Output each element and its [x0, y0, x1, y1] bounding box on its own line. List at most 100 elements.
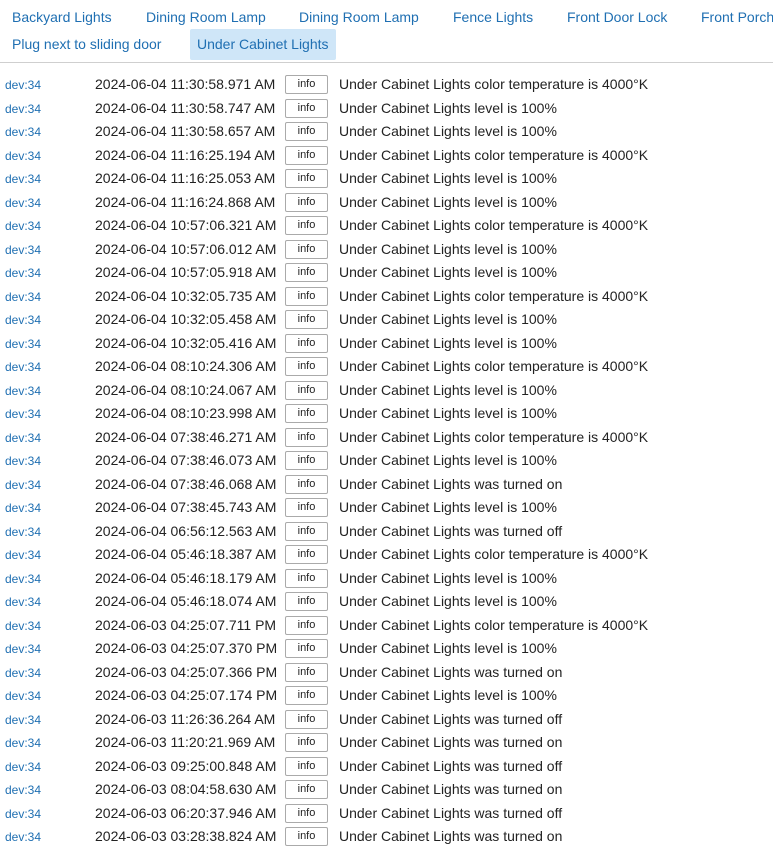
info-button[interactable]: info — [285, 498, 328, 517]
info-button[interactable]: info — [285, 310, 328, 329]
event-description: Under Cabinet Lights color temperature i… — [339, 616, 649, 633]
info-button[interactable]: info — [285, 404, 328, 423]
device-id-link[interactable]: dev:34 — [5, 783, 41, 797]
device-id-link[interactable]: dev:34 — [5, 595, 41, 609]
info-button[interactable]: info — [285, 662, 328, 682]
info-button[interactable]: info — [285, 239, 328, 259]
device-id-link[interactable]: dev:34 — [5, 196, 41, 210]
tab-front-porch[interactable]: Front Porch — [694, 2, 773, 33]
event-description: Under Cabinet Lights was turned on — [339, 663, 563, 680]
device-id-link[interactable]: dev:34 — [5, 501, 41, 515]
event-timestamp: 2024-06-03 04:25:07.366 PM — [95, 663, 278, 680]
device-id-link[interactable]: dev:34 — [5, 102, 41, 116]
info-button[interactable]: info — [285, 263, 328, 282]
device-id-link[interactable]: dev:34 — [5, 243, 41, 257]
device-id-link[interactable]: dev:34 — [5, 572, 41, 586]
info-button[interactable]: info — [285, 333, 328, 353]
event-description: Under Cabinet Lights was turned off — [339, 757, 563, 774]
device-id-link[interactable]: dev:34 — [5, 807, 41, 821]
device-id-link[interactable]: dev:34 — [5, 454, 41, 468]
info-button[interactable]: info — [285, 380, 328, 400]
info-button[interactable]: info — [285, 192, 328, 212]
event-row: dev:34 2024-06-04 10:32:05.416 AM info Unde… — [0, 332, 773, 356]
device-id-link[interactable]: dev:34 — [5, 384, 41, 398]
info-button[interactable]: info — [285, 639, 328, 658]
device-id-link[interactable]: dev:34 — [5, 830, 41, 844]
device-id-link[interactable]: dev:34 — [5, 290, 41, 304]
event-timestamp: 2024-06-03 09:25:00.848 AM — [95, 757, 277, 774]
tab-fence-lights[interactable]: Fence Lights — [446, 2, 540, 33]
event-description: Under Cabinet Lights was turned on — [339, 734, 563, 750]
event-row: dev:34 2024-06-04 11:30:58.657 AM info Unde… — [0, 120, 773, 144]
info-button[interactable]: info — [285, 216, 328, 235]
event-row: dev:34 2024-06-04 08:10:23.998 AM info Unde… — [0, 402, 773, 426]
device-id-link[interactable]: dev:34 — [5, 219, 41, 233]
info-button[interactable]: info — [285, 615, 328, 635]
event-timestamp: 2024-06-04 10:57:05.918 AM — [95, 264, 277, 280]
info-button[interactable]: info — [285, 427, 328, 447]
event-timestamp: 2024-06-04 06:56:12.563 AM — [95, 522, 277, 539]
device-id-link[interactable]: dev:34 — [5, 431, 41, 445]
device-id-link[interactable]: dev:34 — [5, 172, 41, 186]
event-row: dev:34 2024-06-04 05:46:18.074 AM info Unde… — [0, 590, 773, 614]
event-description: Under Cabinet Lights was turned off — [339, 522, 563, 539]
info-button[interactable]: info — [285, 686, 328, 705]
info-button[interactable]: info — [285, 756, 328, 776]
device-id-link[interactable]: dev:34 — [5, 360, 41, 374]
device-id-link[interactable]: dev:34 — [5, 642, 41, 656]
event-description: Under Cabinet Lights level is 100% — [339, 687, 557, 703]
device-id-link[interactable]: dev:34 — [5, 525, 41, 539]
event-row: dev:34 2024-06-04 08:10:24.306 AM info Unde… — [0, 355, 773, 379]
event-row: dev:34 2024-06-04 11:16:25.053 AM info Unde… — [0, 167, 773, 191]
tab-plug-next-to-sliding-door[interactable]: Plug next to sliding door — [5, 29, 168, 60]
info-button[interactable]: info — [285, 145, 328, 165]
event-row: dev:34 2024-06-03 11:26:36.264 AM info Unde… — [0, 708, 773, 732]
info-button[interactable]: info — [285, 122, 328, 141]
event-timestamp: 2024-06-04 07:38:46.073 AM — [95, 452, 277, 468]
info-button[interactable]: info — [285, 169, 328, 188]
device-id-link[interactable]: dev:34 — [5, 78, 41, 92]
event-description: Under Cabinet Lights was turned on — [339, 475, 563, 492]
device-id-link[interactable]: dev:34 — [5, 337, 41, 351]
info-button[interactable]: info — [285, 827, 328, 846]
info-button[interactable]: info — [285, 75, 328, 94]
info-button[interactable]: info — [285, 733, 328, 752]
device-id-link[interactable]: dev:34 — [5, 760, 41, 774]
device-id-link[interactable]: dev:34 — [5, 266, 41, 280]
event-row: dev:34 2024-06-03 04:25:07.370 PM info Unde… — [0, 637, 773, 661]
device-id-link[interactable]: dev:34 — [5, 548, 41, 562]
info-button[interactable]: info — [285, 451, 328, 470]
event-timestamp: 2024-06-04 10:57:06.321 AM — [95, 217, 277, 233]
event-row: dev:34 2024-06-04 05:46:18.179 AM info Unde… — [0, 567, 773, 591]
info-button[interactable]: info — [285, 709, 328, 729]
device-id-link[interactable]: dev:34 — [5, 736, 41, 750]
event-row: dev:34 2024-06-03 06:20:37.946 AM info Unde… — [0, 802, 773, 826]
event-description: Under Cabinet Lights was turned off — [339, 710, 563, 727]
device-id-link[interactable]: dev:34 — [5, 478, 41, 492]
info-button[interactable]: info — [285, 286, 328, 306]
event-row: dev:34 2024-06-04 11:16:24.868 AM info Unde… — [0, 191, 773, 215]
event-description: Under Cabinet Lights level is 100% — [339, 123, 557, 139]
info-button[interactable]: info — [285, 592, 328, 611]
info-button[interactable]: info — [285, 357, 328, 376]
info-button[interactable]: info — [285, 545, 328, 564]
event-timestamp: 2024-06-04 05:46:18.074 AM — [95, 593, 277, 609]
device-id-link[interactable]: dev:34 — [5, 313, 41, 327]
device-id-link[interactable]: dev:34 — [5, 619, 41, 633]
info-button[interactable]: info — [285, 474, 328, 494]
device-id-link[interactable]: dev:34 — [5, 713, 41, 727]
event-description: Under Cabinet Lights color temperature i… — [339, 358, 649, 374]
info-button[interactable]: info — [285, 803, 328, 823]
info-button[interactable]: info — [285, 568, 328, 588]
tab-under-cabinet-lights[interactable]: Under Cabinet Lights — [190, 29, 336, 60]
tab-front-door-lock[interactable]: Front Door Lock — [560, 2, 674, 33]
device-id-link[interactable]: dev:34 — [5, 689, 41, 703]
device-id-link[interactable]: dev:34 — [5, 125, 41, 139]
info-button[interactable]: info — [285, 780, 328, 799]
info-button[interactable]: info — [285, 521, 328, 541]
event-description: Under Cabinet Lights level is 100% — [339, 405, 557, 421]
device-id-link[interactable]: dev:34 — [5, 149, 41, 163]
device-id-link[interactable]: dev:34 — [5, 407, 41, 421]
info-button[interactable]: info — [285, 98, 328, 118]
device-id-link[interactable]: dev:34 — [5, 666, 41, 680]
